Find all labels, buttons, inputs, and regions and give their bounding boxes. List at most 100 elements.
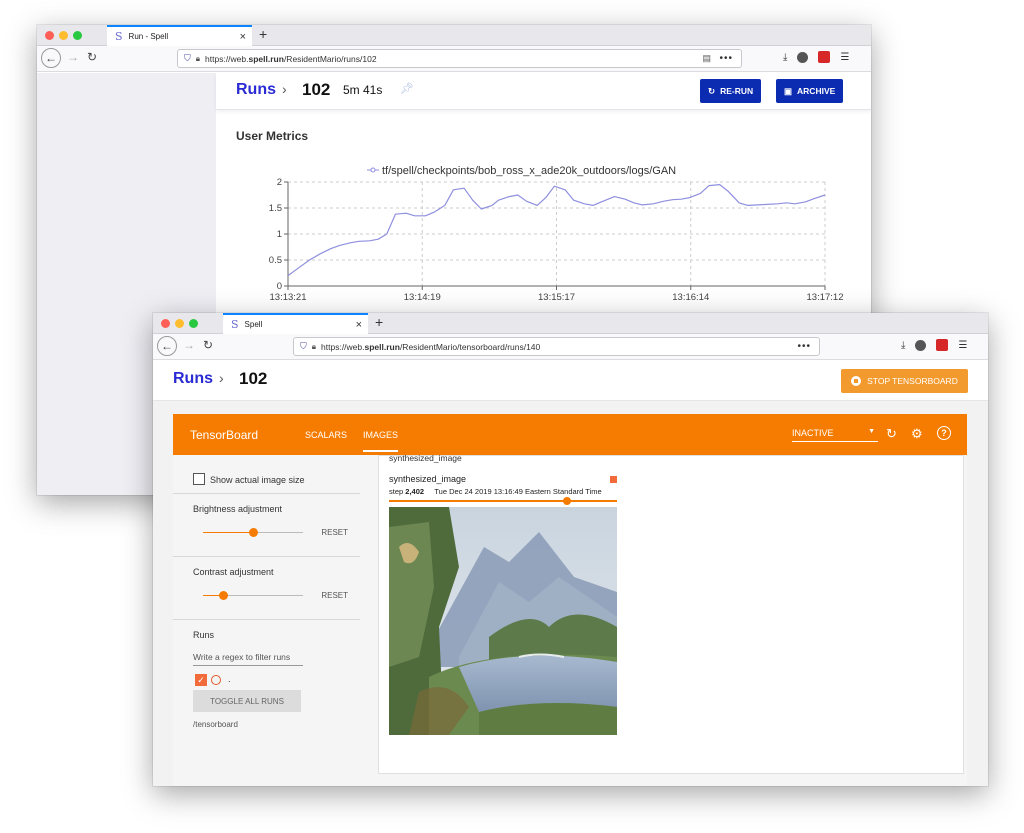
run-filter-input[interactable]: Write a regex to filter runs <box>193 652 303 666</box>
spell-favicon-icon: S <box>231 318 239 331</box>
address-bar[interactable]: ⛉ 🔒︎ https://web.spell.run/ResidentMario… <box>293 337 820 356</box>
x-tick-label: 13:15:17 <box>538 292 575 303</box>
window-controls <box>161 319 198 328</box>
refresh-icon[interactable]: ↻ <box>886 426 897 442</box>
synthesized-image <box>389 507 617 735</box>
show-actual-size-checkbox[interactable]: Show actual image size <box>193 470 305 488</box>
navigation-bar: ← → ↻ ⛉ 🔒︎ https://web.spell.run/Residen… <box>153 334 988 360</box>
tracking-shield-icon[interactable]: ⛉ <box>300 341 307 352</box>
tab-title: Run - Spell <box>128 32 169 41</box>
tab-bar: S Spell × + <box>153 313 988 334</box>
menu-icon[interactable]: ☰ <box>840 52 849 63</box>
brightness-slider[interactable] <box>203 528 303 537</box>
status-select-value: INACTIVE <box>792 428 834 438</box>
run-header: Runs › 102 STOP TENSORBOARD <box>153 361 988 401</box>
image-card: synthesized_image step 2,402 Tue Dec 24 … <box>389 474 617 735</box>
forward-arrow-icon[interactable]: → <box>67 50 79 64</box>
tab-images[interactable]: IMAGES <box>363 430 399 452</box>
menu-icon[interactable]: ☰ <box>958 340 967 351</box>
image-card-title: synthesized_image <box>389 474 467 484</box>
minimize-window-button[interactable] <box>59 31 68 40</box>
close-window-button[interactable] <box>45 31 54 40</box>
reader-view-icon[interactable]: ▤ <box>702 53 711 64</box>
step-label: step <box>389 487 404 496</box>
tab-bar: S Run - Spell × + <box>37 25 871 46</box>
images-pane: synthesized_image synthesized_image step… <box>378 453 964 774</box>
show-actual-size-label: Show actual image size <box>210 475 305 485</box>
x-tick-label: 13:17:12 <box>807 292 844 303</box>
lock-icon[interactable]: 🔒︎ <box>196 54 200 64</box>
stop-tensorboard-button[interactable]: STOP TENSORBOARD <box>841 369 968 393</box>
minimize-window-button[interactable] <box>175 319 184 328</box>
url-text: https://web.spell.run/ResidentMario/runs… <box>205 53 377 64</box>
reload-icon[interactable]: ↻ <box>203 338 213 352</box>
tensorboard-frame: TensorBoard SCALARS IMAGES INACTIVE ▼ ↻ … <box>173 414 967 786</box>
new-tab-icon[interactable]: + <box>259 26 267 42</box>
contrast-slider[interactable] <box>203 591 303 600</box>
toolbar-icons: ⤓ ☰ <box>783 51 849 63</box>
landscape-painting-image <box>389 507 617 735</box>
checkbox-icon[interactable] <box>193 472 205 485</box>
timestamp: Tue Dec 24 2019 13:16:49 Eastern Standar… <box>434 487 602 496</box>
download-icon[interactable]: ⤓ <box>783 52 787 63</box>
extension-owl-icon[interactable] <box>915 339 927 351</box>
status-select[interactable]: INACTIVE ▼ <box>792 428 878 442</box>
slider-knob[interactable] <box>219 591 228 600</box>
browser-tab-run[interactable]: S Run - Spell × <box>107 25 252 46</box>
image-card-meta: step 2,402 Tue Dec 24 2019 13:16:49 East… <box>389 487 617 496</box>
y-tick-label: 1.5 <box>269 203 282 214</box>
reload-icon[interactable]: ↻ <box>87 50 97 64</box>
stop-icon <box>851 376 862 386</box>
runs-label: Runs <box>193 630 215 640</box>
brightness-reset-button[interactable]: RESET <box>321 528 348 537</box>
download-icon[interactable]: ⤓ <box>901 340 905 351</box>
run-checkbox[interactable]: ✓ <box>195 674 207 686</box>
tensorboard-title: TensorBoard <box>190 428 259 442</box>
tracking-shield-icon[interactable]: ⛉ <box>184 53 191 64</box>
back-arrow-icon[interactable]: ← <box>157 336 177 356</box>
brightness-label: Brightness adjustment <box>193 504 283 514</box>
tab-scalars[interactable]: SCALARS <box>305 430 347 440</box>
run-name: . <box>228 674 231 684</box>
settings-gear-icon[interactable]: ⚙ <box>911 426 923 442</box>
close-tab-icon[interactable]: × <box>356 319 362 331</box>
x-tick-label: 13:16:14 <box>672 292 709 303</box>
extension-red-icon[interactable] <box>936 339 949 351</box>
log-dir-path: /tensorboard <box>193 720 238 729</box>
step-slider[interactable] <box>389 497 617 505</box>
forward-arrow-icon[interactable]: → <box>183 338 195 352</box>
run-color-circle <box>211 675 221 685</box>
chevron-right-icon: › <box>219 370 224 386</box>
run-number: 102 <box>239 369 268 388</box>
address-bar[interactable]: ⛉ 🔒︎ https://web.spell.run/ResidentMario… <box>177 49 742 68</box>
url-text: https://web.spell.run/ResidentMario/tens… <box>321 341 541 352</box>
y-tick-label: 0 <box>277 281 282 292</box>
slider-fill <box>203 532 253 533</box>
close-window-button[interactable] <box>161 319 170 328</box>
toggle-all-runs-button[interactable]: TOGGLE ALL RUNS <box>193 690 301 712</box>
tag-group-name[interactable]: synthesized_image <box>389 453 462 463</box>
page-actions-icon[interactable]: ••• <box>797 341 811 352</box>
runs-section: Runs Write a regex to filter runs ✓ . TO… <box>173 620 360 750</box>
browser-tab-spell[interactable]: S Spell × <box>223 313 368 334</box>
maximize-window-button[interactable] <box>73 31 82 40</box>
browser-window-tensorboard: S Spell × + ← → ↻ ⛉ 🔒︎ https://web.spell… <box>153 313 988 786</box>
slider-knob[interactable] <box>562 497 571 505</box>
back-arrow-icon[interactable]: ← <box>41 48 61 68</box>
close-tab-icon[interactable]: × <box>240 31 246 43</box>
help-icon[interactable]: ? <box>937 426 951 440</box>
new-tab-icon[interactable]: + <box>375 314 383 330</box>
legend-marker <box>370 167 376 173</box>
page-actions-icon[interactable]: ••• <box>719 53 733 64</box>
breadcrumb-runs-link[interactable]: Runs <box>173 370 213 388</box>
lock-icon[interactable]: 🔒︎ <box>312 342 316 352</box>
spell-favicon-icon: S <box>115 30 123 43</box>
contrast-reset-button[interactable]: RESET <box>321 591 348 600</box>
maximize-window-button[interactable] <box>189 319 198 328</box>
extension-red-icon[interactable] <box>818 51 831 63</box>
page-content: Runs › 102 STOP TENSORBOARD TensorBoard … <box>153 361 988 786</box>
actual-size-section: Show actual image size <box>173 455 360 494</box>
extension-owl-icon[interactable] <box>797 51 809 63</box>
slider-knob[interactable] <box>249 528 258 537</box>
caret-down-icon: ▼ <box>868 428 875 435</box>
